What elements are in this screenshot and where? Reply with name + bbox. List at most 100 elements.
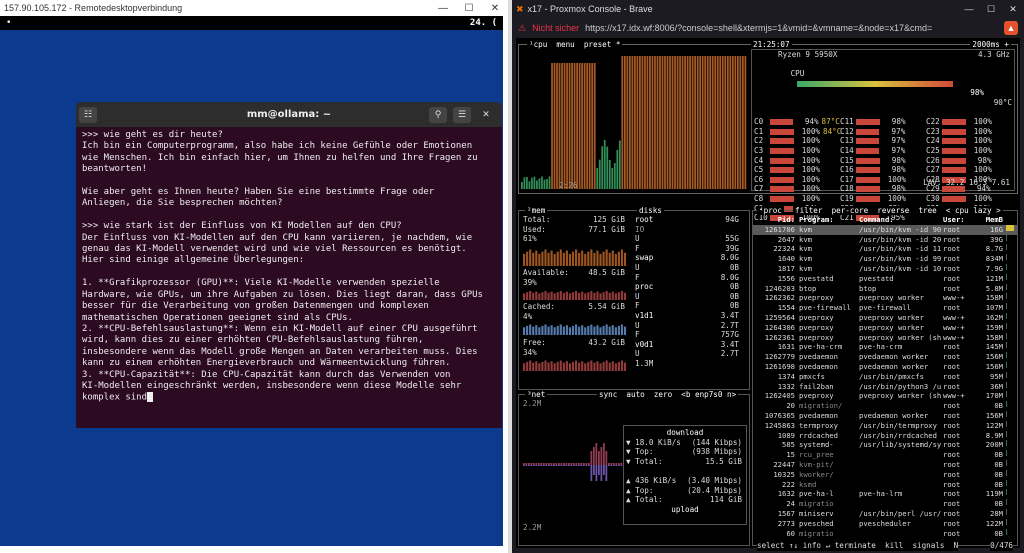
cpu-box-tabs[interactable]: ¹cpu menu preset * [527,40,623,49]
cpu-graph-column [716,56,719,189]
warning-icon[interactable]: ⚠ [518,23,526,34]
process-cpu-bar-fill [1006,332,1007,339]
process-cpu-bar [1003,283,1017,294]
proc-box: ⁴proc filter per-core reverse tree < cpu… [752,206,1018,551]
cpu-total-label: CPU [790,69,805,79]
process-user: root [943,352,961,362]
cpu-core-name: C6 [754,174,764,184]
cpu-graph-column [639,56,641,189]
process-row[interactable]: 222ksmdroot0B0.0 [753,479,1017,490]
mem-box-title[interactable]: ²mem [525,206,548,215]
maximize-icon[interactable]: ☐ [456,3,482,14]
net-download-column [595,443,598,465]
cpu-core: C11 98% [840,117,906,127]
process-row[interactable]: 1567miniserv/usr/bin/perl /usr/root28M0.… [753,508,1017,519]
process-row[interactable]: 1259564pveproxypveproxy workerwww-+162M0… [753,312,1017,323]
disks-box-title[interactable]: disks [637,206,664,215]
process-row[interactable]: 20migration/root0B0.0 [753,401,1017,411]
cpu-core: C4 100% [754,156,820,166]
mem-graph-column [575,290,578,300]
hamburger-menu-icon[interactable]: ☰ [453,106,471,123]
process-row[interactable]: 22324kvm/usr/bin/kvm -id 11root8.7G0.0 [753,244,1017,254]
process-program: pvesched [799,518,834,528]
process-row[interactable]: 1261706kvm/usr/bin/kvm -id 90root16G46.4 [753,224,1017,235]
process-row[interactable]: 1245863 termproxy/usr/bin/termproxy root 12… [753,420,1017,431]
process-program: pvedaemon [799,361,838,371]
brave-shield-icon[interactable]: ▲ [1004,21,1018,35]
browser-tab-title[interactable]: x17 - Proxmox Console - Brave [528,4,653,14]
process-row[interactable]: 585systemd-/usr/lib/systemd/syroot200M0.… [753,440,1017,450]
process-row[interactable]: 10325kworker/root0B0.0 [753,469,1017,480]
process-row[interactable]: 1632pve-ha-lpve-ha-lrmroot119M0.0 [753,489,1017,499]
btop-console[interactable]: ¹cpu menu preset * 21:25:07 2000ms + 2:2… [516,38,1020,551]
process-mem: 834M [985,254,1003,264]
net-upload-column [538,465,540,466]
process-row[interactable]: 1640kvm/usr/bin/kvm -id 99root834M0.0 [753,254,1017,264]
net-box-tabs[interactable]: sync auto zero <b enp7s0 n> [597,390,739,399]
mem-graph-column [544,290,547,300]
close-icon[interactable]: ✕ [482,3,508,14]
activities-indicator[interactable]: • [6,18,11,28]
cpu-core-name: C2 [754,136,764,146]
terminal-window[interactable]: ☷ mm@ollama: ~ ⚲ ☰ ✕ >>> wie geht es dir… [76,102,502,428]
process-row[interactable]: 1261698 pvedaemon pvedaemon worker root 156M… [753,361,1017,372]
process-row[interactable]: 1264306pveproxypveproxy workerwww-+159M0… [753,322,1017,333]
process-row[interactable]: 1556pvestatdpvestatdroot121M0.0 [753,273,1017,284]
process-row[interactable]: 1817kvm/usr/bin/kvm -id 10root7.9G0.2 [753,263,1017,274]
process-row[interactable]: 2647kvm/usr/bin/kvm -id 20root39G2.7 [753,234,1017,245]
proc-box-tabs[interactable]: filter per-core reverse tree < cpu lazy … [793,206,1003,215]
security-label[interactable]: Nicht sicher [532,23,579,33]
process-row[interactable]: 60migratioroot0B0.0 [753,528,1017,539]
process-row[interactable]: 1076365 pvedaemon pvedaemon worker root 156M… [753,410,1017,421]
process-row[interactable]: 24migratioroot0B0.0 [753,499,1017,509]
process-pid: 10325 [773,469,795,479]
cpu-graph-column [558,63,561,189]
process-table[interactable]: Pid:Program:Command:User:MemBCpu%1261706… [753,215,1017,538]
close-icon[interactable]: ✕ [1002,4,1024,15]
cpu-core-bar [856,176,880,183]
minimize-icon[interactable]: — [958,4,980,15]
new-tab-icon[interactable]: ☷ [79,106,97,123]
process-cpu-bar [1003,263,1017,274]
disk-used-value: 2.7T [720,349,739,359]
cpu-core-bar [770,176,794,183]
process-cpu-bar [1003,293,1017,303]
process-pid: 1259564 [764,312,795,322]
process-row[interactable]: 1262779 pvedaemon pvedaemon worker root 156M… [753,352,1017,362]
process-user: root [943,469,961,479]
process-row[interactable]: 22447kvm-pit/root0B0.0 [753,459,1017,470]
proc-box-title[interactable]: ⁴proc [757,206,784,215]
terminal-output[interactable]: >>> wie geht es dir heute? Ich bin ein Co… [76,127,502,407]
net-download-column [590,451,593,465]
process-row[interactable]: 1631pve-ha-crmpve-ha-crmroot145M0.0 [753,342,1017,352]
mem-graph-column [532,326,535,336]
process-row[interactable]: 15rcu_preeroot0B0.0 [753,450,1017,460]
close-icon[interactable]: ✕ [477,107,495,123]
process-row[interactable]: 1262405 pveproxy pveproxy worker (sh www-+ 1… [753,391,1017,401]
desktop-clock[interactable]: 24. ( [470,18,497,28]
process-command: pvescheduler [859,518,911,528]
proc-footer[interactable]: select ↑↓ info ↵ terminate kill signals … [757,541,959,551]
search-icon[interactable]: ⚲ [429,106,447,123]
process-row[interactable]: 1374pmxcfs/usr/bin/pmxcfsroot95M0.0 [753,371,1017,382]
process-user: root [943,263,961,273]
maximize-icon[interactable]: ☐ [980,4,1002,15]
process-program: pveproxy [799,391,834,401]
net-upload-column [530,465,533,466]
process-row[interactable]: 1089rrdcached/usr/bin/rrdcachedroot8.9M0… [753,430,1017,441]
minimize-icon[interactable]: — [430,3,456,14]
process-row[interactable]: 1262361 pveproxy pveproxy worker (sh www-+ 1… [753,332,1017,343]
process-row[interactable]: 1554pve-firewallpve-firewallroot107M0.0 [753,303,1017,313]
cpu-core-pct: 100% [801,174,820,184]
net-download-column [540,463,543,465]
mem-graph-column [544,324,547,336]
net-box-title[interactable]: ³net [525,390,548,399]
process-row[interactable]: 2773pveschedpveschedulerroot122M0.0 [753,518,1017,529]
url-field[interactable]: https://x17.idx.wf:8006/?console=shell&x… [585,23,998,33]
process-row[interactable]: 1262362pveproxypveproxy workerwww-+158M0… [753,293,1017,303]
process-row[interactable]: 1332fail2ban/usr/bin/python3 /uroot36M0.… [753,381,1017,392]
cpu-graph-column [568,63,571,189]
process-row[interactable]: 1246203btopbtoproot5.8M0.0 [753,283,1017,294]
refresh-rate[interactable]: 2000ms + [970,40,1011,49]
